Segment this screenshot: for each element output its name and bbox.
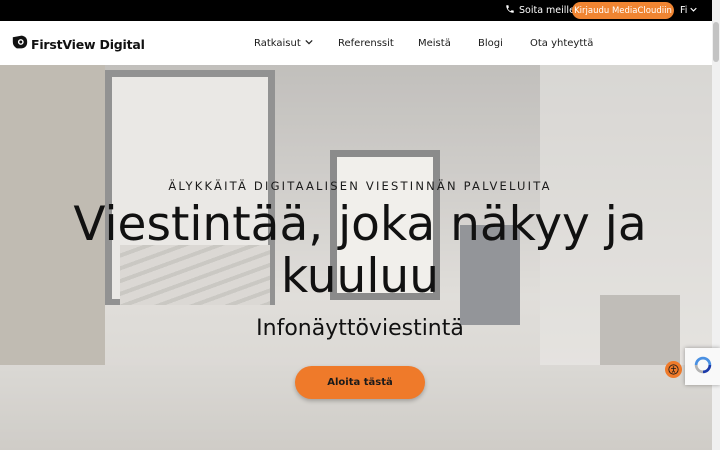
accessibility-icon[interactable] [665, 361, 682, 378]
language-label: Fi [680, 5, 688, 16]
nav-meista[interactable]: Meistä [418, 38, 451, 49]
nav-ratkaisut[interactable]: Ratkaisut [254, 38, 313, 49]
top-bar: Soita meille Kirjaudu MediaCloudiin Fi [0, 0, 720, 21]
hero-eyebrow: ÄLYKKÄITÄ DIGITAALISEN VIESTINNÄN PALVEL… [168, 179, 552, 193]
logo-text: FirstView Digital [31, 36, 145, 52]
language-selector[interactable]: Fi [680, 3, 698, 18]
hero-headline: Viestintää, joka näkyy ja kuuluu [73, 197, 647, 304]
chevron-down-icon [305, 38, 313, 49]
recaptcha-icon [692, 354, 714, 380]
nav-blogi[interactable]: Blogi [478, 38, 503, 49]
recaptcha-badge[interactable] [685, 348, 720, 385]
nav-label: Ratkaisut [254, 38, 301, 49]
call-link[interactable]: Soita meille [505, 3, 575, 18]
scrollbar-thumb[interactable] [713, 22, 719, 62]
mediacloud-login-button[interactable]: Kirjaudu MediaCloudiin [572, 2, 674, 19]
start-here-button[interactable]: Aloita tästä [295, 366, 425, 399]
logo[interactable]: FirstView Digital [12, 34, 145, 54]
call-label: Soita meille [519, 5, 575, 16]
site-header: FirstView Digital Ratkaisut Referenssit … [0, 21, 712, 65]
nav-ota-yhteytta[interactable]: Ota yhteyttä [530, 38, 593, 49]
logo-icon [12, 34, 28, 54]
chevron-down-icon [690, 5, 698, 16]
hero-subline: Infonäyttöviestintä [256, 316, 464, 341]
hero-section: ÄLYKKÄITÄ DIGITAALISEN VIESTINNÄN PALVEL… [0, 65, 712, 450]
nav-referenssit[interactable]: Referenssit [338, 38, 394, 49]
phone-icon [505, 4, 515, 17]
